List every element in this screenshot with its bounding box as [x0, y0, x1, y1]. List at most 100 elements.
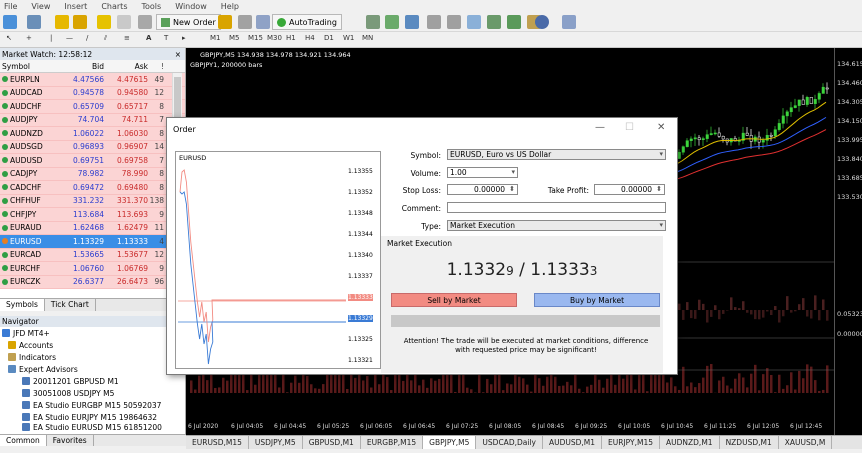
market-watch-row[interactable]: EURCHF 1.06760 1.06769 9 [0, 262, 185, 276]
chart-tab[interactable]: AUDUSD,M1 [543, 436, 603, 449]
timeframe-m1[interactable]: M1 [210, 34, 221, 42]
fibonacci-icon[interactable]: ≡ [124, 34, 130, 42]
menu-item[interactable]: Charts [101, 2, 127, 11]
comment-input[interactable] [447, 202, 666, 213]
market-watch-icon[interactable] [55, 15, 69, 29]
market-watch-row[interactable]: EURPLN 4.47566 4.47615 49 [0, 73, 185, 87]
nav-account-root[interactable]: JFD MT4+ [0, 327, 185, 339]
chart-tab[interactable]: GBPUSD,M1 [303, 436, 361, 449]
market-watch-row[interactable]: CHFJPY 113.684 113.693 9 [0, 208, 185, 222]
channel-icon[interactable]: ⫽ [104, 34, 107, 43]
take-profit-input[interactable]: 0.00000 ⬍ [594, 184, 665, 195]
market-watch-row[interactable]: EURUSD 1.13329 1.13333 4 [0, 235, 185, 249]
chart-tab[interactable]: USDCAD,Daily [476, 436, 543, 449]
chevron-down-icon[interactable]: ▾ [511, 168, 515, 176]
timeframe-d1[interactable]: D1 [324, 34, 334, 42]
tile-icon[interactable] [467, 15, 481, 29]
menu-item[interactable]: View [31, 2, 50, 11]
col-bid[interactable]: Bid [60, 62, 104, 71]
tab-symbols[interactable]: Symbols [0, 299, 45, 311]
volume-input[interactable]: 1.00 ▾ [447, 167, 518, 178]
chart-tab[interactable]: EURGBP,M15 [361, 436, 424, 449]
market-watch-row[interactable]: AUDCAD 0.94578 0.94580 12 [0, 86, 185, 100]
market-watch-row[interactable]: CADJPY 78.982 78.990 8 [0, 167, 185, 181]
nav-expert-advisors[interactable]: Expert Advisors [0, 363, 185, 375]
timeframe-h4[interactable]: H4 [305, 34, 315, 42]
data-window-icon[interactable] [138, 15, 152, 29]
market-watch-row[interactable]: CADCHF 0.69472 0.69480 8 [0, 181, 185, 195]
bar-chart-icon[interactable] [366, 15, 380, 29]
close-icon[interactable]: ✕ [657, 122, 665, 133]
market-watch-row[interactable]: EURAUD 1.62468 1.62479 11 [0, 221, 185, 235]
timeframe-m15[interactable]: M15 [248, 34, 263, 42]
nav-accounts[interactable]: Accounts [0, 339, 185, 351]
navigator-icon[interactable] [73, 15, 87, 29]
timeframe-h1[interactable]: H1 [286, 34, 296, 42]
market-watch-row[interactable]: AUDJPY 74.704 74.711 7 [0, 113, 185, 127]
sell-by-market-button[interactable]: Sell by Market [391, 293, 517, 307]
chart-tab[interactable]: AUDNZD,M1 [660, 436, 720, 449]
terminal-icon[interactable] [97, 15, 111, 29]
col-spread[interactable]: ! [148, 62, 164, 71]
market-watch-row[interactable]: AUDNZD 1.06022 1.06030 8 [0, 127, 185, 141]
new-order-button[interactable]: New Order [156, 14, 221, 30]
signals-icon[interactable] [256, 15, 270, 29]
nav-ea-item[interactable]: EA Studio EURUSD M15 61851200 [0, 423, 185, 431]
timeframe-w1[interactable]: W1 [343, 34, 354, 42]
market-watch-row[interactable]: AUDUSD 0.69751 0.69758 7 [0, 154, 185, 168]
col-ask[interactable]: Ask [104, 62, 148, 71]
chart-tab[interactable]: XAUUSD,M [779, 436, 833, 449]
symbol-select[interactable]: EURUSD, Euro vs US Dollar ▾ [447, 149, 666, 160]
close-icon[interactable]: × [175, 50, 181, 59]
metaeditor-icon[interactable] [218, 15, 232, 29]
menu-item[interactable]: Help [221, 2, 239, 11]
horizontal-line-icon[interactable]: — [66, 34, 73, 42]
tester-icon[interactable] [117, 15, 131, 29]
timeframe-m5[interactable]: M5 [229, 34, 240, 42]
text-icon[interactable]: A [146, 34, 151, 42]
timeframe-m30[interactable]: M30 [267, 34, 282, 42]
stop-loss-input[interactable]: 0.00000 ⬍ [447, 184, 518, 195]
zoom-out-icon[interactable] [447, 15, 461, 29]
nav-ea-item[interactable]: EA Studio EURGBP M15 50592037 [0, 399, 185, 411]
chart-shift-icon[interactable] [507, 15, 521, 29]
menu-item[interactable]: Insert [64, 2, 87, 11]
market-watch-row[interactable]: AUDCHF 0.65709 0.65717 8 [0, 100, 185, 114]
chart-tab[interactable]: EURUSD,M15 [186, 436, 249, 449]
market-watch-row[interactable]: AUDSGD 0.96893 0.96907 14 [0, 140, 185, 154]
nav-indicators[interactable]: Indicators [0, 351, 185, 363]
tab-common[interactable]: Common [0, 435, 47, 446]
profiles-icon[interactable] [27, 15, 41, 29]
periods-icon[interactable] [535, 15, 549, 29]
crosshair-icon[interactable]: + [26, 34, 32, 42]
options-icon[interactable] [238, 15, 252, 29]
market-watch-row[interactable]: EURCAD 1.53665 1.53677 12 [0, 248, 185, 262]
minimize-icon[interactable]: — [595, 122, 605, 133]
candle-chart-icon[interactable] [385, 15, 399, 29]
chart-tab[interactable]: USDJPY,M5 [249, 436, 303, 449]
autoscroll-icon[interactable] [487, 15, 501, 29]
templates-icon[interactable] [562, 15, 576, 29]
chart-tab[interactable]: GBPJPY,M5 [423, 436, 477, 449]
maximize-icon[interactable]: ☐ [625, 122, 634, 133]
tab-tick-chart[interactable]: Tick Chart [45, 299, 96, 311]
tab-favorites[interactable]: Favorites [47, 435, 94, 446]
menu-item[interactable]: Window [175, 2, 207, 11]
line-chart-icon[interactable] [405, 15, 419, 29]
timeframe-mn[interactable]: MN [362, 34, 373, 42]
menu-item[interactable]: File [4, 2, 17, 11]
nav-ea-item[interactable]: 20011201 GBPUSD M1 [0, 375, 185, 387]
spinner-icon[interactable]: ⬍ [656, 185, 662, 193]
vertical-line-icon[interactable]: | [50, 34, 52, 42]
trendline-icon[interactable]: / [86, 34, 88, 42]
chart-tab[interactable]: EURJPY,M15 [602, 436, 661, 449]
arrows-icon[interactable]: ▸ [182, 34, 186, 42]
type-select[interactable]: Market Execution ▾ [447, 220, 666, 231]
market-watch-row[interactable]: EURCZK 26.6377 26.6473 96 [0, 275, 185, 289]
buy-by-market-button[interactable]: Buy by Market [534, 293, 660, 307]
nav-ea-item[interactable]: 30051008 USDJPY M5 [0, 387, 185, 399]
zoom-in-icon[interactable] [427, 15, 441, 29]
nav-ea-item[interactable]: EA Studio EURJPY M15 19864632 [0, 411, 185, 423]
auto-trading-button[interactable]: AutoTrading [272, 14, 342, 30]
col-symbol[interactable]: Symbol [0, 62, 60, 71]
